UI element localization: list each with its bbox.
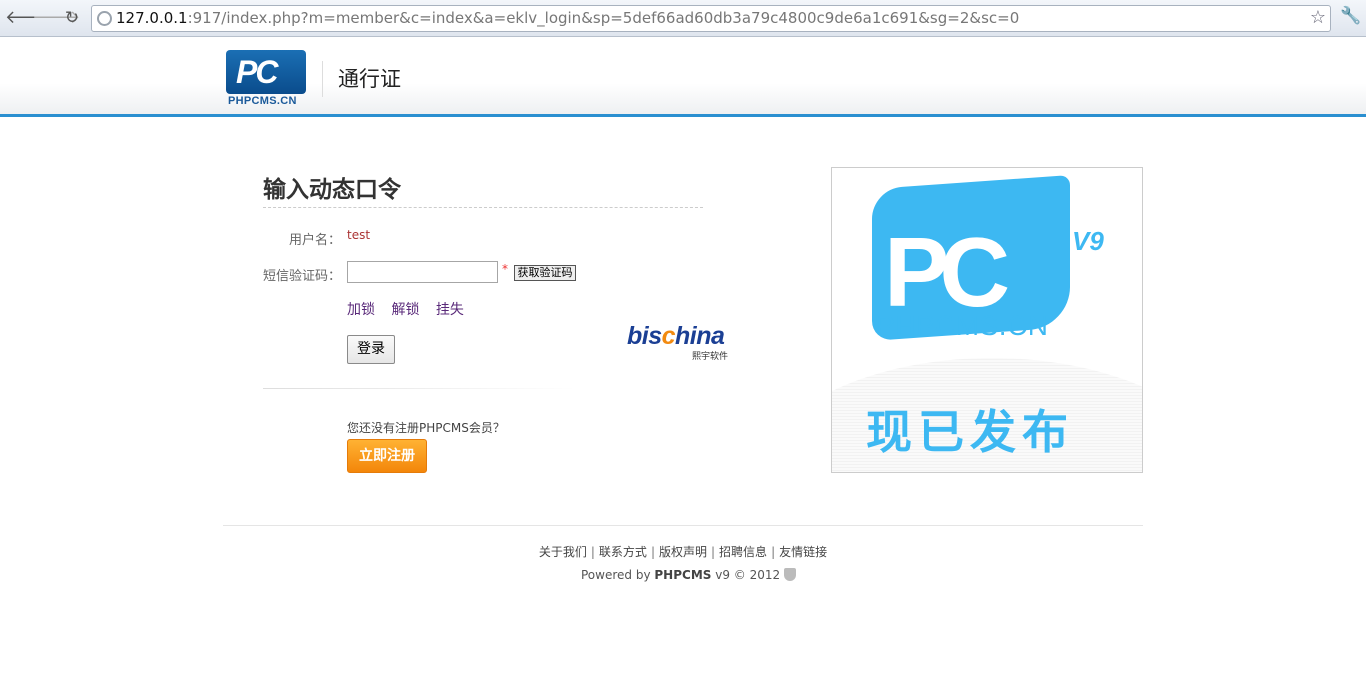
login-button[interactable]: 登录 bbox=[347, 335, 395, 364]
footer-link-about[interactable]: 关于我们 bbox=[539, 545, 587, 559]
footer-link-friends[interactable]: 友情链接 bbox=[779, 545, 827, 559]
report-loss-link[interactable]: 挂失 bbox=[436, 302, 464, 318]
address-bar[interactable]: 127.0.0.1:917/index.php?m=member&c=index… bbox=[91, 5, 1331, 32]
register-hint: 您还没有注册PHPCMS会员？ bbox=[347, 421, 505, 435]
lock-link[interactable]: 加锁 bbox=[347, 302, 375, 318]
bischina-subtitle: 熙宇软件 bbox=[692, 352, 729, 362]
sms-code-label: 短信验证码： bbox=[262, 269, 341, 284]
banner-headline: 现已发布 bbox=[866, 405, 1074, 459]
release-banner[interactable]: PC V9 PHPCMS.CN 现已发布 bbox=[831, 167, 1143, 473]
banner-domain: PHPCMS.CN bbox=[876, 310, 1049, 341]
banner-version: V9 bbox=[1072, 226, 1104, 256]
url-text[interactable]: 127.0.0.1:917/index.php?m=member&c=index… bbox=[116, 9, 1019, 27]
username-label: 用户名： bbox=[288, 233, 341, 248]
back-icon[interactable]: 🡐 bbox=[5, 7, 53, 29]
powered-brand[interactable]: PHPCMS bbox=[654, 568, 711, 582]
footer-links: 关于我们 | 联系方式 | 版权声明 | 招聘信息 | 友情链接 bbox=[538, 545, 828, 559]
bischina-logo: bischina 熙宇软件 bbox=[627, 318, 737, 364]
account-links: 加锁 解锁 挂失 bbox=[347, 299, 476, 319]
wrench-menu-icon[interactable]: 🔧 bbox=[1340, 6, 1361, 26]
browser-toolbar: 🡐 🡒 ↻ 127.0.0.1:917/index.php?m=member&c… bbox=[0, 0, 1366, 37]
powered-by: Powered by PHPCMS v9 © 2012 bbox=[581, 568, 797, 582]
form-divider bbox=[263, 388, 576, 389]
form-title: 输入动态口令 bbox=[263, 176, 401, 203]
page-icon bbox=[97, 11, 112, 26]
username-value: test bbox=[347, 228, 371, 242]
reload-icon[interactable]: ↻ bbox=[61, 7, 83, 29]
sms-code-input[interactable] bbox=[347, 261, 498, 283]
bookmark-star-icon[interactable]: ☆ bbox=[1310, 7, 1326, 28]
footer-divider bbox=[223, 525, 1143, 526]
title-divider bbox=[263, 207, 703, 208]
required-mark: * bbox=[502, 262, 508, 276]
get-code-button[interactable]: 获取验证码 bbox=[514, 265, 576, 281]
footer-link-contact[interactable]: 联系方式 bbox=[599, 545, 647, 559]
header-divider bbox=[322, 61, 323, 97]
unlock-link[interactable]: 解锁 bbox=[391, 302, 419, 318]
register-button[interactable]: 立即注册 bbox=[347, 439, 427, 473]
logo-letters: PC bbox=[236, 54, 278, 90]
shield-icon bbox=[784, 568, 797, 581]
footer-link-jobs[interactable]: 招聘信息 bbox=[719, 545, 767, 559]
footer-link-copyright[interactable]: 版权声明 bbox=[659, 545, 707, 559]
page-title: 通行证 bbox=[338, 67, 401, 91]
forward-icon[interactable]: 🡒 bbox=[32, 7, 80, 29]
bischina-wordmark: bischina bbox=[627, 322, 725, 350]
site-header: PC PHPCMS.CN 通行证 bbox=[0, 37, 1366, 117]
phpcms-logo[interactable]: PC PHPCMS.CN bbox=[226, 50, 306, 108]
logo-domain: PHPCMS.CN bbox=[228, 95, 297, 107]
banner-pc-letters: PC bbox=[884, 217, 1010, 327]
